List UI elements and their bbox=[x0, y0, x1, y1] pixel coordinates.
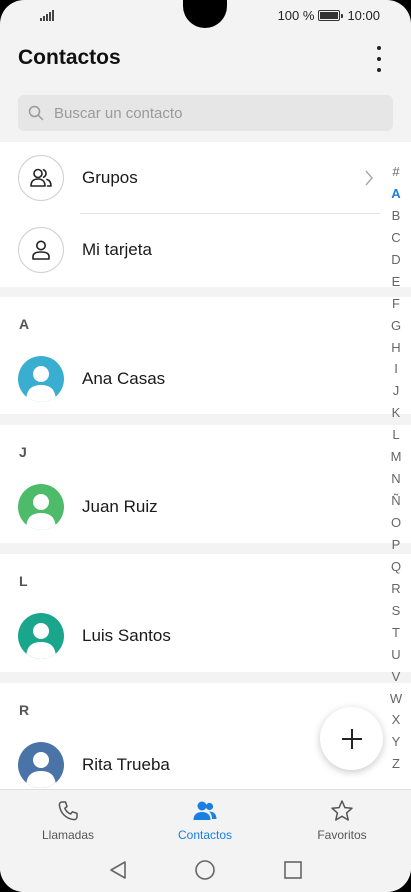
home-button[interactable] bbox=[193, 858, 217, 882]
alphabet-letter[interactable]: H bbox=[391, 337, 400, 359]
alphabet-letter[interactable]: B bbox=[392, 205, 401, 227]
alphabet-letter[interactable]: V bbox=[392, 666, 401, 688]
alphabet-letter[interactable]: N bbox=[391, 468, 400, 490]
tab-favorites[interactable]: Favoritos bbox=[282, 790, 402, 846]
alphabet-letter[interactable]: P bbox=[392, 534, 401, 556]
alphabet-letter[interactable]: W bbox=[390, 688, 402, 710]
status-bar: 100 % 10:00 bbox=[0, 0, 411, 32]
alphabet-letter[interactable]: D bbox=[391, 249, 400, 271]
alphabet-letter[interactable]: M bbox=[391, 446, 402, 468]
tab-calls[interactable]: Llamadas bbox=[8, 790, 128, 846]
top-items-block: Grupos Mi tarjeta bbox=[0, 142, 411, 287]
recents-square-icon bbox=[284, 861, 302, 879]
battery-icon bbox=[318, 10, 344, 21]
alphabet-letter[interactable]: E bbox=[392, 271, 401, 293]
contact-name: Juan Ruiz bbox=[82, 497, 158, 516]
search-bar[interactable] bbox=[18, 95, 393, 131]
groups-label: Grupos bbox=[82, 168, 138, 187]
alphabet-letter[interactable]: U bbox=[391, 644, 400, 666]
home-circle-icon bbox=[195, 860, 215, 880]
phone-screen: 100 % 10:00 Contactos Buscar un contacto… bbox=[0, 0, 411, 892]
clock: 10:00 bbox=[347, 8, 380, 23]
section-a: A Ana Casas bbox=[0, 297, 411, 414]
more-options-icon[interactable] bbox=[370, 46, 388, 72]
alphabet-letter[interactable]: X bbox=[392, 709, 401, 731]
alphabet-letter[interactable]: L bbox=[392, 424, 399, 446]
section-j: J Juan Ruiz bbox=[0, 425, 411, 543]
avatar bbox=[18, 613, 64, 659]
back-triangle-icon bbox=[110, 861, 126, 879]
add-contact-button[interactable] bbox=[320, 707, 383, 770]
battery-percent: 100 % bbox=[277, 8, 315, 23]
section-letter: A bbox=[19, 316, 30, 332]
group-icon bbox=[18, 155, 64, 201]
alphabet-letter[interactable]: Ñ bbox=[391, 490, 400, 512]
person-icon bbox=[18, 227, 64, 273]
my-card-label: Mi tarjeta bbox=[82, 240, 152, 259]
page-title: Contactos bbox=[18, 46, 121, 69]
system-navigation bbox=[0, 846, 411, 892]
alphabet-letter[interactable]: S bbox=[392, 600, 401, 622]
alphabet-letter[interactable]: Z bbox=[392, 753, 400, 775]
search-icon bbox=[28, 105, 44, 121]
phone-icon bbox=[58, 801, 78, 821]
alphabet-letter[interactable]: C bbox=[391, 227, 400, 249]
contact-row[interactable]: Juan Ruiz bbox=[0, 471, 380, 543]
alphabet-letter[interactable]: T bbox=[392, 622, 400, 644]
divider bbox=[80, 213, 380, 214]
tab-label: Contactos bbox=[177, 828, 233, 842]
section-letter: L bbox=[19, 573, 28, 589]
alphabet-letter[interactable]: K bbox=[392, 402, 401, 424]
recents-button[interactable] bbox=[281, 858, 305, 882]
avatar bbox=[18, 742, 64, 788]
contact-name: Rita Trueba bbox=[82, 755, 170, 774]
contact-row[interactable]: Luis Santos bbox=[0, 600, 380, 672]
camera-notch bbox=[183, 0, 227, 28]
back-button[interactable] bbox=[106, 858, 130, 882]
search-input[interactable] bbox=[54, 104, 354, 122]
alphabet-letter[interactable]: # bbox=[392, 161, 399, 183]
section-l: L Luis Santos bbox=[0, 554, 411, 672]
chevron-right-icon bbox=[365, 170, 373, 186]
alphabet-letter[interactable]: O bbox=[391, 512, 401, 534]
star-icon bbox=[331, 800, 353, 821]
contacts-icon bbox=[193, 801, 217, 820]
tab-contacts[interactable]: Contactos bbox=[145, 790, 265, 846]
alphabet-letter[interactable]: I bbox=[394, 358, 398, 380]
bottom-navigation: Llamadas Contactos Favoritos bbox=[0, 789, 411, 845]
alphabet-index[interactable]: # A B C D E F G H I J K L M N Ñ O P Q R S T U V W X Y Z bbox=[388, 161, 404, 775]
section-letter: J bbox=[19, 444, 27, 460]
contact-name: Ana Casas bbox=[82, 369, 166, 388]
contact-row[interactable]: Ana Casas bbox=[0, 343, 380, 415]
tab-label: Favoritos bbox=[317, 828, 367, 842]
signal-icon bbox=[40, 9, 56, 21]
alphabet-letter[interactable]: J bbox=[393, 380, 400, 402]
alphabet-letter[interactable]: F bbox=[392, 293, 400, 315]
groups-row[interactable]: Grupos bbox=[0, 142, 380, 214]
section-letter: R bbox=[19, 702, 30, 718]
alphabet-letter[interactable]: Y bbox=[392, 731, 401, 753]
alphabet-letter[interactable]: Q bbox=[391, 556, 401, 578]
avatar bbox=[18, 356, 64, 402]
alphabet-letter[interactable]: A bbox=[391, 183, 400, 205]
alphabet-letter[interactable]: R bbox=[391, 578, 400, 600]
my-card-row[interactable]: Mi tarjeta bbox=[0, 215, 380, 287]
avatar bbox=[18, 484, 64, 530]
tab-label: Llamadas bbox=[41, 828, 95, 842]
contact-name: Luis Santos bbox=[82, 626, 171, 645]
plus-icon bbox=[341, 728, 362, 749]
alphabet-letter[interactable]: G bbox=[391, 315, 401, 337]
